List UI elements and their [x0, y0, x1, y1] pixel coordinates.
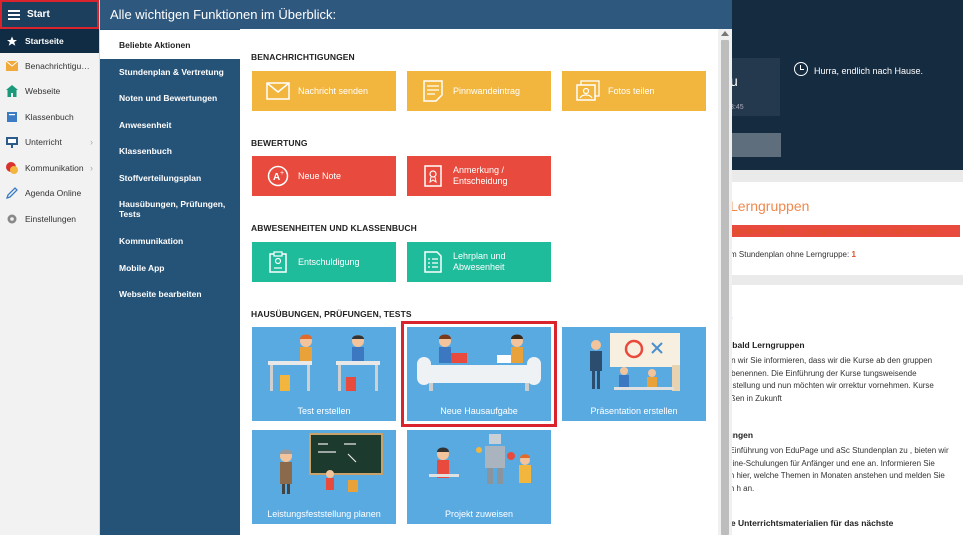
- sidebar-item-einstellungen[interactable]: Einstellungen: [0, 206, 99, 232]
- lerngruppen-stat: m Stundenplan ohne Lerngruppe: 1: [730, 250, 856, 259]
- nav-stundenplan-vertretung[interactable]: Stundenplan & Vertretung: [100, 67, 240, 77]
- tile-label: Projekt zuweisen: [444, 509, 514, 519]
- nachricht-senden-button[interactable]: Nachricht senden: [252, 71, 396, 111]
- neue-note-button[interactable]: A + Neue Note: [252, 156, 396, 196]
- grade-icon: A +: [266, 164, 290, 188]
- sidebar-item-label: Startseite: [25, 36, 64, 46]
- chat-icon: [6, 161, 18, 174]
- news-text: hten wir Sie informieren, dass wir die K…: [720, 356, 934, 403]
- checklist-icon: [421, 250, 445, 274]
- lerngruppen-title: Lerngruppen: [730, 198, 810, 214]
- sidebar-item-kommunikation[interactable]: Kommunikation ›: [0, 155, 99, 181]
- home-icon: [6, 85, 18, 98]
- note-icon: [421, 79, 445, 103]
- sidebar-item-label: Einstellungen: [25, 213, 77, 224]
- news-heading: Ihre Unterrichtsmaterialien für das näch…: [720, 518, 894, 528]
- status-text: Hurra, endlich nach Hause.: [814, 66, 924, 76]
- lerngruppen-alert-link[interactable]: igkeiten bei Ihren Lerngruppen. Klicken …: [730, 225, 960, 237]
- anmerkung-entscheidung-button[interactable]: Anmerkung / Entscheidung: [407, 156, 551, 196]
- lerngruppen-stat-value: 1: [851, 250, 856, 259]
- chevron-right-icon: ›: [90, 137, 93, 148]
- pinnwandeintrag-button[interactable]: Pinnwandeintrag: [407, 71, 551, 111]
- sidebar-item-label: Unterricht: [25, 137, 62, 148]
- nav-klassenbuch[interactable]: Klassenbuch: [100, 146, 240, 156]
- scrollbar-thumb[interactable]: [721, 40, 729, 535]
- main-sidebar: Start Startseite Benachrichtigu… Webseit…: [0, 0, 100, 535]
- nav-kommunikation[interactable]: Kommunikation: [100, 236, 240, 246]
- sidebar-item-webseite[interactable]: Webseite: [0, 79, 99, 105]
- sidebar-item-label: Agenda Online: [25, 188, 82, 199]
- svg-text:+: +: [280, 170, 284, 177]
- nav-stoffverteilungsplan[interactable]: Stoffverteilungsplan: [100, 173, 240, 183]
- current-lesson-time: 3:45: [730, 104, 744, 111]
- envelope-icon: [266, 79, 290, 103]
- tile-label: Neue Hausaufgabe: [440, 406, 518, 416]
- section-title-hausuebungen: HAUSÜBUNGEN, PRÜFUNGEN, TESTS: [251, 309, 412, 319]
- section-title-bewertung: BEWERTUNG: [251, 138, 308, 148]
- start-label: Start: [27, 9, 50, 20]
- tile-label: Präsentation erstellen: [590, 406, 678, 416]
- scroll-up-arrow-icon[interactable]: [721, 31, 729, 36]
- section-title-abwesenheiten: ABWESENHEITEN UND KLASSENBUCH: [251, 223, 417, 233]
- button-label: Anmerkung / Entscheidung: [453, 165, 508, 186]
- modal-content: BENACHRICHTIGUNGEN Nachricht senden Pinn…: [240, 29, 718, 535]
- sidebar-item-agenda-online[interactable]: Agenda Online: [0, 181, 99, 207]
- tile-label: Test erstellen: [297, 406, 351, 416]
- clipboard-icon: [266, 250, 290, 274]
- hamburger-icon: [8, 9, 20, 20]
- section-title-benachrichtigungen: BENACHRICHTIGUNGEN: [251, 52, 355, 62]
- nav-anwesenheit[interactable]: Anwesenheit: [100, 120, 240, 130]
- certificate-icon: [421, 164, 445, 188]
- chevron-right-icon: ›: [90, 162, 93, 173]
- sidebar-item-label: Benachrichtigu…: [25, 60, 90, 71]
- envelope-icon: [6, 60, 18, 72]
- button-label: Neue Note: [298, 170, 342, 181]
- news-heading: en bald Lerngruppen: [720, 340, 805, 350]
- functions-overview-modal: Alle wichtigen Funktionen im Überblick: …: [100, 0, 732, 535]
- modal-title: Alle wichtigen Funktionen im Überblick:: [100, 0, 732, 29]
- start-menu-button[interactable]: Start: [0, 0, 99, 29]
- projekt-zuweisen-tile[interactable]: Projekt zuweisen: [407, 430, 551, 524]
- photos-icon: [576, 79, 600, 103]
- nav-beliebte-aktionen[interactable]: Beliebte Aktionen: [100, 30, 240, 59]
- dashboard-background: u 3:45 Hurra, endlich nach Hause. Lerngr…: [700, 0, 963, 535]
- star-icon: [6, 35, 18, 47]
- sidebar-item-startseite[interactable]: Startseite: [0, 29, 99, 53]
- book-icon: [6, 111, 18, 123]
- button-label: Nachricht senden: [298, 85, 369, 96]
- sidebar-item-klassenbuch[interactable]: Klassenbuch: [0, 104, 99, 130]
- sidebar-item-label: Klassenbuch: [25, 111, 74, 122]
- lerngruppen-stat-label: m Stundenplan ohne Lerngruppe:: [730, 250, 850, 259]
- modal-scrollbar[interactable]: [718, 29, 732, 535]
- entschuldigung-button[interactable]: Entschuldigung: [252, 242, 396, 282]
- news-text: er Einführung von EduPage und aSc Stunde…: [720, 446, 949, 493]
- modal-nav: Beliebte Aktionen Stundenplan & Vertretu…: [100, 29, 240, 535]
- button-label: Lehrplan und Abwesenheit: [453, 251, 506, 272]
- gear-icon: [6, 213, 18, 225]
- pencil-icon: [6, 187, 18, 200]
- nav-webseite-bearbeiten[interactable]: Webseite bearbeiten: [100, 289, 240, 299]
- tile-label: Leistungsfeststellung planen: [267, 509, 381, 519]
- button-label: Fotos teilen: [608, 85, 655, 96]
- sidebar-item-benachrichtigungen[interactable]: Benachrichtigu…: [0, 53, 99, 79]
- lehrplan-abwesenheit-button[interactable]: Lehrplan und Abwesenheit: [407, 242, 551, 282]
- sidebar-item-label: Webseite: [25, 86, 61, 97]
- fotos-teilen-button[interactable]: Fotos teilen: [562, 71, 706, 111]
- button-label: Pinnwandeintrag: [453, 85, 521, 96]
- sidebar-item-unterricht[interactable]: Unterricht ›: [0, 130, 99, 156]
- test-erstellen-tile[interactable]: Test erstellen: [252, 327, 396, 421]
- neue-hausaufgabe-tile[interactable]: Neue Hausaufgabe: [401, 321, 557, 427]
- board-icon: [6, 136, 18, 149]
- news-card: s en bald Lerngruppen hten wir Sie infor…: [720, 285, 963, 535]
- nav-hausuebungen[interactable]: Hausübungen, Prüfungen, Tests: [100, 199, 230, 219]
- lerngruppen-card: Lerngruppen igkeiten bei Ihren Lerngrupp…: [720, 182, 963, 275]
- praesentation-erstellen-tile[interactable]: Präsentation erstellen: [562, 327, 706, 421]
- sidebar-item-label: Kommunikation: [25, 162, 84, 173]
- clock-icon: [794, 62, 808, 76]
- button-label: Entschuldigung: [298, 256, 360, 267]
- nav-mobile-app[interactable]: Mobile App: [100, 263, 240, 273]
- nav-noten-bewertungen[interactable]: Noten und Bewertungen: [100, 93, 240, 103]
- leistungsfeststellung-planen-tile[interactable]: Leistungsfeststellung planen: [252, 430, 396, 524]
